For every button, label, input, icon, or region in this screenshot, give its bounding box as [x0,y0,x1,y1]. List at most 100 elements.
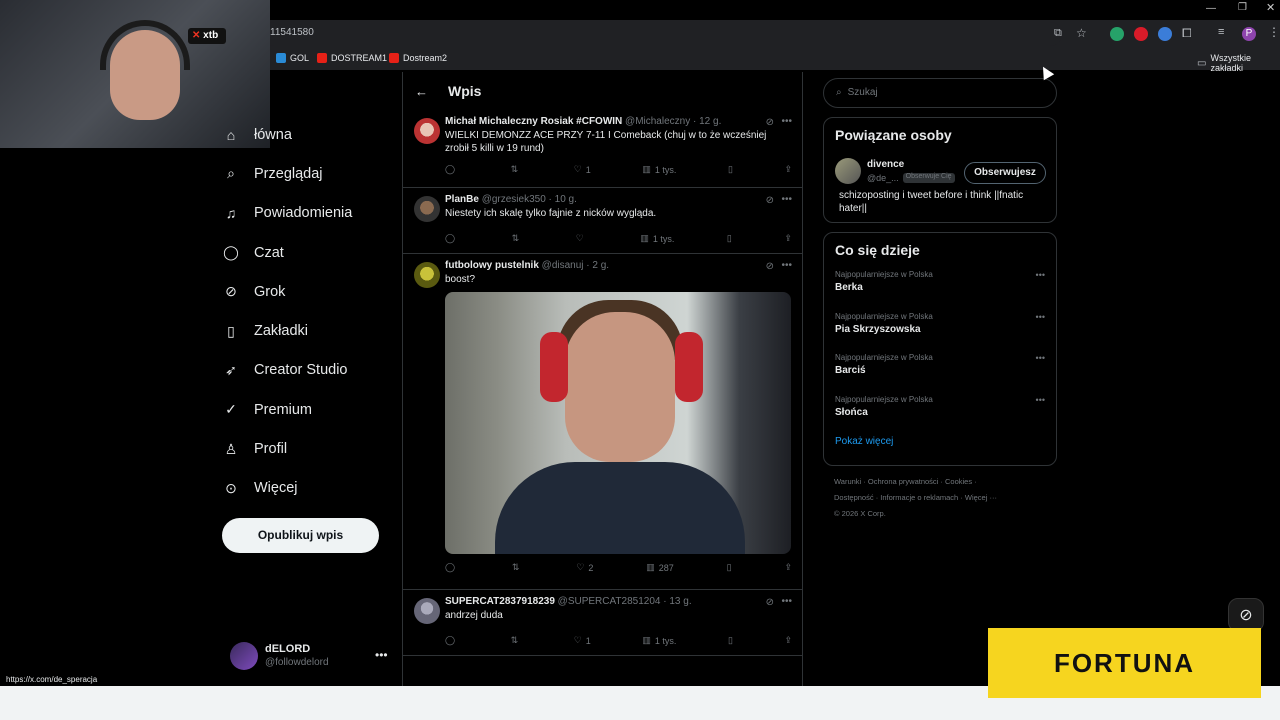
shield-extension-icon[interactable] [1110,27,1124,41]
sidebar-item-premium[interactable]: ✓ Premium [222,390,392,429]
post-header: ← Wpis [403,72,802,110]
trend-item[interactable]: Najpopularniejsze w Polska Berka ••• [835,270,1045,312]
reply-button[interactable]: ◯ [445,233,459,244]
bookmark-gol[interactable]: GOL [276,53,309,63]
bell-icon: ♫ [225,205,237,222]
chart-icon: ▥ [642,635,651,645]
bookmark-dostream2[interactable]: Dostream2 [389,53,447,63]
sidebar-item-creator-studio[interactable]: ➶ Creator Studio [222,351,392,390]
trend-item[interactable]: Najpopularniejsze w Polska Barciś ••• [835,353,1045,395]
share-button[interactable]: ⇪ [784,233,792,244]
trend-context: Najpopularniejsze w Polska [835,311,933,321]
reply-post[interactable]: SUPERCAT2837918239 @SUPERCAT2851204 · 13… [403,590,802,656]
minimize-icon[interactable]: — [1206,3,1216,14]
reply-button[interactable]: ◯ [445,635,459,646]
sidebar-item-more[interactable]: ⊙ Więcej [222,469,392,508]
share-button[interactable]: ⇪ [784,164,792,175]
reply-button[interactable]: ◯ [445,562,459,573]
grok-fab-icon[interactable]: ⊘ [1228,598,1264,632]
repost-button[interactable]: ⇅ [511,164,523,175]
youtube-icon [317,53,327,63]
more-icon[interactable]: ••• [1036,395,1045,405]
views-button[interactable]: ▥ 287 [646,562,674,573]
close-icon[interactable]: ✕ [1266,1,1275,14]
more-icon[interactable]: ••• [1036,312,1045,322]
views-button[interactable]: ▥ 1 tys. [642,635,676,646]
xtb-mark-icon: ✕ [192,30,201,41]
back-arrow-icon[interactable]: ← [415,84,428,99]
bookmark-dostream1[interactable]: DOSTREAM1 [317,53,387,63]
more-icon[interactable]: ••• [781,194,792,205]
profile-avatar[interactable]: P [1242,27,1256,41]
views-button[interactable]: ▥ 1 tys. [640,233,674,244]
repost-button[interactable]: ⇅ [512,233,524,244]
share-button[interactable]: ⇪ [784,562,792,573]
share-button[interactable]: ⇪ [784,635,792,646]
like-button[interactable]: ♡ 2 [576,562,593,573]
star-icon[interactable]: ☆ [1076,26,1087,40]
sidebar-item-bookmarks[interactable]: ▯ Zakładki [222,311,392,350]
repost-button[interactable]: ⇅ [512,562,524,573]
like-button[interactable]: ♡ 1 [574,635,591,646]
search-input[interactable]: ⌕ Szukaj [823,78,1057,108]
bookmark-button[interactable]: ▯ [727,233,732,244]
sidebar-item-grok[interactable]: ⊘ Grok [222,272,392,311]
bookmark-button[interactable]: ▯ [727,562,732,573]
share-icon: ⇪ [784,635,792,645]
trend-item[interactable]: Najpopularniejsze w Polska Słońca ••• [835,395,1045,437]
sidebar-item-profile[interactable]: ♙ Profil [222,429,392,468]
sidebar-item-chat[interactable]: ◯ Czat [222,233,392,272]
extension-red-icon[interactable] [1134,27,1148,41]
heart-icon: ♡ [575,233,584,243]
more-icon[interactable]: ••• [1036,353,1045,363]
bookmark-button[interactable]: ▯ [728,635,733,646]
url-field[interactable]: 11541580 [262,22,1062,46]
puzzle-icon[interactable]: ⧠ [1182,26,1192,41]
install-app-icon[interactable]: ⧉ [1054,27,1062,40]
post-meta: Michał Michaleczny Rosiak #CFOWIN @Micha… [445,116,792,127]
related-name[interactable]: divence [867,159,904,170]
footer-line[interactable]: Dostępność · Informacje o reklamach · Wi… [834,490,1057,506]
sidebar-item-notifications[interactable]: ♫ Powiadomienia [222,194,392,233]
extension-blue-icon[interactable] [1158,27,1172,41]
sidebar-item-label: Powiadomienia [254,205,353,222]
browser-menu-icon[interactable]: ⋮ [1268,25,1280,39]
trend-item[interactable]: Najpopularniejsze w Polska Pia Skrzyszows… [835,312,1045,354]
following-button[interactable]: Obserwujesz [964,162,1046,184]
restore-icon[interactable]: ❐ [1238,2,1247,13]
more-icon[interactable]: ••• [781,260,792,271]
youtube-icon [389,53,399,63]
show-more-link[interactable]: Pokaż więcej [835,436,1045,447]
repost-button[interactable]: ⇅ [511,635,523,646]
grok-icon[interactable]: ⊘ [766,195,774,206]
bookmark-button[interactable]: ▯ [728,164,733,175]
post-video[interactable] [445,292,791,554]
grok-icon[interactable]: ⊘ [766,597,774,608]
view-count: 287 [658,562,674,573]
account-switcher[interactable]: dELORD @followdelord ••• [230,640,400,676]
sidebar-item-home[interactable]: ⌂ łówna [222,115,392,154]
reply-post[interactable]: futbolowy pustelnik @disanuj · 2 g. boos… [403,254,802,590]
views-button[interactable]: ▥ 1 tys. [642,164,676,175]
publish-post-button[interactable]: Opublikuj wpis [222,518,379,553]
reply-post[interactable]: Michał Michaleczny Rosiak #CFOWIN @Micha… [403,110,802,188]
more-icon[interactable]: ••• [1036,270,1045,280]
related-people-panel: Powiązane osoby divence @de_... Obserwuje… [823,117,1057,223]
bookmarks-bar: GOL DOSTREAM1 Dostream2 ▭ Wszystkie zakła… [260,48,1280,73]
like-button[interactable]: ♡ [576,233,588,244]
sidebar-item-explore[interactable]: ⌕ Przeglądaj [222,154,392,193]
media-control-icon[interactable]: ≡ [1218,26,1224,38]
reply-icon: ◯ [445,233,456,243]
like-button[interactable]: ♡ 1 [574,164,591,175]
footer-line[interactable]: Warunki · Ochrona prywatności · Cookies … [834,474,1057,490]
avatar[interactable] [835,158,861,184]
bookmarks-folder[interactable]: ▭ Wszystkie zakładki [1197,53,1280,73]
reply-post[interactable]: PlanBe @grzesiek350 · 10 g. Niestety ich… [403,188,802,254]
grok-icon[interactable]: ⊘ [766,261,774,272]
reply-button[interactable]: ◯ [445,164,459,175]
more-icon[interactable]: ••• [375,648,388,662]
share-icon: ⇪ [784,233,792,243]
more-icon[interactable]: ••• [781,116,792,127]
more-icon[interactable]: ••• [781,596,792,607]
grok-icon[interactable]: ⊘ [766,117,774,128]
